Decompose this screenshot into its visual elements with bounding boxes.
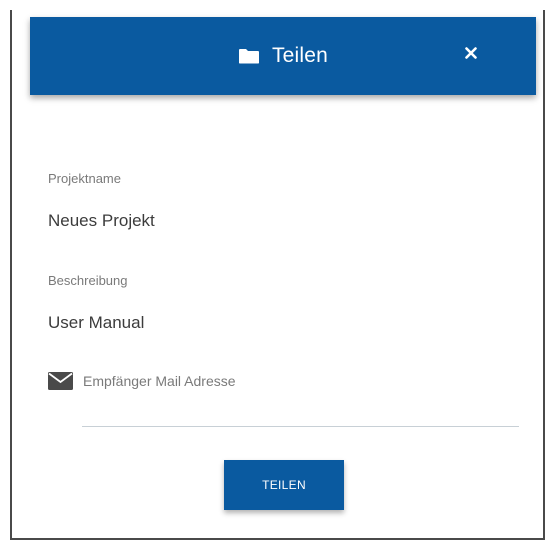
dialog-header: Teilen <box>30 17 536 95</box>
share-button[interactable]: TEILEN <box>224 460 344 510</box>
mail-icon <box>48 372 73 390</box>
dialog-title-group: Teilen <box>238 44 328 68</box>
project-name-value: Neues Projekt <box>48 211 155 230</box>
email-input-underline <box>82 426 519 427</box>
description-label: Beschreibung <box>48 273 128 288</box>
dialog-title: Teilen <box>271 44 329 67</box>
description-value: User Manual <box>48 313 145 332</box>
folder-icon <box>238 48 260 64</box>
close-button[interactable] <box>461 45 481 65</box>
close-icon <box>465 46 477 64</box>
recipient-email-input[interactable] <box>83 373 383 389</box>
email-field-row <box>48 372 383 390</box>
project-name-label: Projektname <box>48 171 121 186</box>
